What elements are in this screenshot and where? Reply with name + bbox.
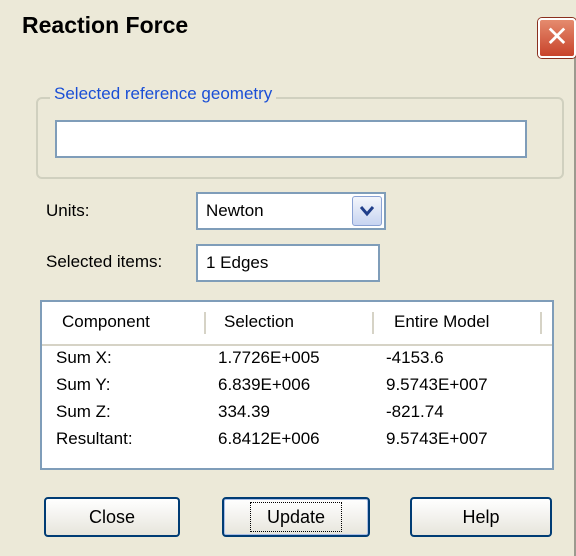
row-component: Resultant:: [56, 429, 133, 448]
row-component: Sum Z:: [56, 402, 111, 421]
header-entire-model[interactable]: Entire Model: [394, 302, 489, 342]
row-selection-value: 6.8412E+006: [218, 429, 320, 448]
header-divider[interactable]: [372, 312, 374, 334]
row-selection-value: 6.839E+006: [218, 375, 311, 394]
row-component: Sum Y:: [56, 375, 111, 394]
row-entire-model-value: -821.74: [386, 402, 444, 421]
table-header: Component Selection Entire Model: [42, 302, 552, 346]
units-selected-value: Newton: [206, 201, 264, 220]
header-divider[interactable]: [204, 312, 206, 334]
header-divider[interactable]: [540, 312, 542, 334]
row-component: Sum X:: [56, 348, 112, 367]
reaction-force-dialog: Reaction Force ✕ Selected reference geom…: [0, 0, 576, 556]
row-entire-model-value: 9.5743E+007: [386, 429, 488, 448]
close-button[interactable]: Close: [44, 497, 180, 537]
row-selection-value: 1.7726E+005: [218, 348, 320, 367]
selected-items-value: 1 Edges: [206, 253, 269, 272]
help-button[interactable]: Help: [410, 497, 552, 537]
row-entire-model-value: -4153.6: [386, 348, 444, 367]
selected-items-field: 1 Edges: [196, 244, 380, 282]
close-button-label: Close: [88, 507, 136, 527]
units-label: Units:: [46, 201, 90, 220]
reference-geometry-label: Selected reference geometry: [50, 84, 277, 104]
header-selection[interactable]: Selection: [224, 302, 294, 342]
close-icon[interactable]: ✕: [538, 18, 576, 58]
chevron-down-icon[interactable]: [352, 196, 382, 226]
update-button[interactable]: Update: [222, 497, 370, 537]
header-component[interactable]: Component: [62, 302, 150, 342]
selected-items-label: Selected items:: [46, 252, 163, 271]
title-bar: Reaction Force ✕: [0, 0, 576, 58]
units-select[interactable]: Newton: [196, 192, 386, 230]
results-listview[interactable]: Component Selection Entire Model Sum X: …: [40, 300, 554, 470]
row-selection-value: 334.39: [218, 402, 270, 421]
window-title: Reaction Force: [22, 12, 189, 38]
reference-geometry-input[interactable]: [55, 120, 527, 158]
help-button-label: Help: [462, 507, 500, 527]
row-entire-model-value: 9.5743E+007: [386, 375, 488, 394]
update-button-label: Update: [249, 502, 343, 532]
